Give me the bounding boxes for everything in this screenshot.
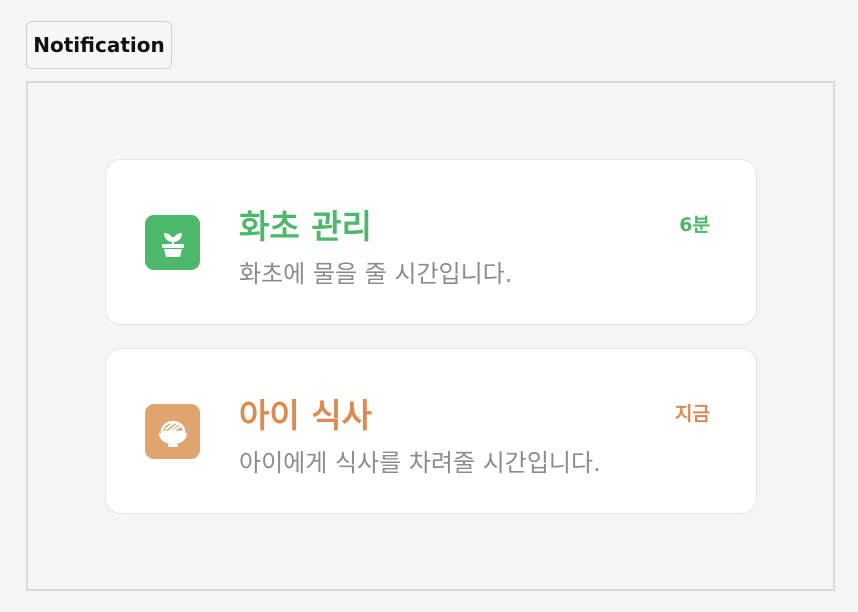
notification-panel: 화초 관리 화초에 물을 줄 시간입니다. 6분 아이 식사 아이에게 식사를 … — [26, 81, 835, 591]
notification-card-meal[interactable]: 아이 식사 아이에게 식사를 차려줄 시간입니다. 지금 — [105, 348, 757, 514]
notification-title: 화초 관리 — [239, 207, 372, 246]
notification-tab-button[interactable]: Notification — [26, 21, 172, 69]
plant-pot-icon — [145, 215, 200, 270]
notification-message: 아이에게 식사를 차려줄 시간입니다. — [239, 449, 601, 477]
notification-message: 화초에 물을 줄 시간입니다. — [239, 260, 513, 288]
notification-title: 아이 식사 — [239, 396, 372, 435]
notification-time: 6분 — [679, 214, 710, 236]
notification-time: 지금 — [675, 403, 710, 425]
notification-tab-label: Notification — [33, 33, 165, 57]
notification-card-plant[interactable]: 화초 관리 화초에 물을 줄 시간입니다. 6분 — [105, 159, 757, 325]
rice-bowl-icon — [145, 404, 200, 459]
